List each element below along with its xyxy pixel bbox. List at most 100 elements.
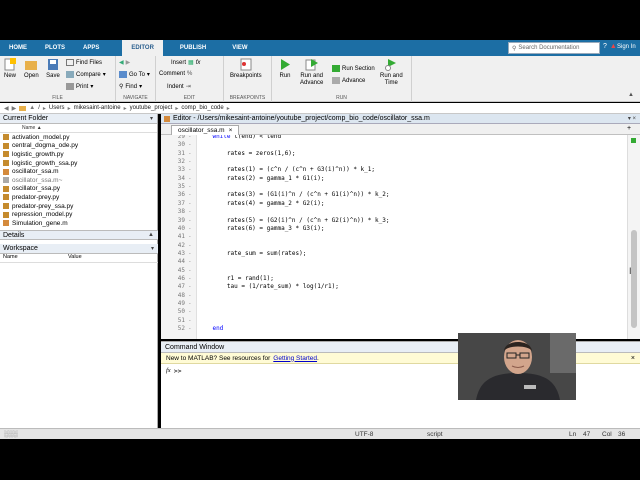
line-dash-marker[interactable]: - <box>188 158 192 166</box>
notification-icon[interactable]: ▲ <box>610 43 617 50</box>
getting-started-link[interactable]: Getting Started <box>273 355 317 362</box>
file-item[interactable]: predator-prey_ssa.py <box>0 202 157 211</box>
code-line[interactable]: 34- rates(2) = gamma_1 * G1(i); <box>161 175 627 183</box>
expand-icon[interactable]: ▲ <box>148 232 154 238</box>
line-dash-marker[interactable]: - <box>188 191 192 199</box>
file-item[interactable]: central_dogma_ode.py <box>0 142 157 151</box>
run-and-advance-button[interactable]: Run and Advance <box>300 58 323 87</box>
tab-home[interactable]: HOME <box>0 40 36 56</box>
scrollbar-thumb[interactable] <box>631 230 637 328</box>
run-and-time-button[interactable]: Run and Time <box>380 58 403 87</box>
line-dash-marker[interactable]: - <box>188 308 192 316</box>
help-icon[interactable]: ? <box>603 43 607 50</box>
print-button[interactable]: Print ▾ <box>66 83 93 90</box>
code-line[interactable]: 46- r1 = rand(1); <box>161 275 627 283</box>
editor-panel-controls[interactable]: ▾ × <box>628 115 636 122</box>
code-line[interactable]: 41- <box>161 233 627 241</box>
up-folder-icon[interactable]: ▲ <box>29 105 35 111</box>
line-dash-marker[interactable]: - <box>188 217 192 225</box>
file-item[interactable]: predator-prey.py <box>0 193 157 202</box>
file-item[interactable]: logistic_growth_ssa.py <box>0 159 157 168</box>
address-root[interactable]: / <box>38 105 40 111</box>
go-to-button[interactable]: Go To ▾ <box>119 71 150 78</box>
editor-tab-oscillator-ssa[interactable]: oscillator_ssa.m × <box>171 125 240 135</box>
code-line[interactable]: 45- <box>161 267 627 275</box>
fx-icon[interactable]: fx <box>196 60 201 66</box>
run-section-button[interactable]: Run Section <box>332 65 375 72</box>
panel-menu-icon[interactable]: ▾ <box>151 245 154 252</box>
code-line[interactable]: 30- <box>161 141 627 149</box>
line-dash-marker[interactable]: - <box>188 141 192 149</box>
file-item[interactable]: oscillator_ssa.py <box>0 185 157 194</box>
code-line[interactable]: 33- rates(1) = (c^n / (c^n + G3(i)^n)) *… <box>161 166 627 174</box>
breakpoints-button[interactable]: Breakpoints <box>230 58 262 80</box>
add-tab-icon[interactable]: + <box>627 125 631 132</box>
line-dash-marker[interactable]: - <box>188 250 192 258</box>
file-item[interactable]: Simulation_gene.m <box>0 219 157 228</box>
open-button[interactable]: Open <box>24 58 39 80</box>
code-line[interactable]: 38- <box>161 208 627 216</box>
line-dash-marker[interactable]: - <box>188 317 192 325</box>
line-dash-marker[interactable]: - <box>188 208 192 216</box>
file-item[interactable]: activation_model.py <box>0 133 157 142</box>
code-line[interactable]: 37- rates(4) = gamma_2 * G2(i); <box>161 200 627 208</box>
panel-menu-icon[interactable]: ▾ <box>150 115 153 122</box>
address-folder[interactable]: comp_bio_code <box>181 105 223 111</box>
tab-view[interactable]: VIEW <box>223 40 256 56</box>
close-tab-icon[interactable]: × <box>229 127 233 134</box>
line-dash-marker[interactable]: - <box>188 150 192 158</box>
details-header[interactable]: Details ▲ <box>0 230 158 240</box>
code-line[interactable]: 29- while t(end) < tend <box>161 135 627 141</box>
code-line[interactable]: 44- <box>161 258 627 266</box>
line-dash-marker[interactable]: - <box>188 292 192 300</box>
indent-button[interactable]: Indent ⇥ <box>167 83 191 91</box>
collapse-ribbon-icon[interactable]: ▲ <box>628 92 634 98</box>
forward-arrow-icon[interactable]: ▶ <box>126 59 131 66</box>
file-item[interactable]: logistic_growth.py <box>0 150 157 159</box>
run-button[interactable]: Run <box>278 58 292 80</box>
file-item[interactable]: repression_model.py <box>0 210 157 219</box>
close-banner-icon[interactable]: × <box>631 355 635 362</box>
back-icon[interactable]: ◀ <box>4 105 9 112</box>
line-dash-marker[interactable]: - <box>188 233 192 241</box>
line-dash-marker[interactable]: - <box>188 242 192 250</box>
code-line[interactable]: 43- rate_sum = sum(rates); <box>161 250 627 258</box>
file-item[interactable]: oscillator_ssa.m <box>0 167 157 176</box>
tab-publish[interactable]: PUBLISH <box>171 40 215 56</box>
line-dash-marker[interactable]: - <box>188 135 192 141</box>
tab-plots[interactable]: PLOTS <box>36 40 74 56</box>
line-dash-marker[interactable]: - <box>188 267 192 275</box>
code-line[interactable]: 32- <box>161 158 627 166</box>
code-line[interactable]: 36- rates(3) = (G1(i)^n / (c^n + G1(i)^n… <box>161 191 627 199</box>
forward-icon[interactable]: ▶ <box>12 105 17 112</box>
code-line[interactable]: 40- rates(6) = gamma_3 * G3(i); <box>161 225 627 233</box>
tab-apps[interactable]: APPS <box>74 40 108 56</box>
code-line[interactable]: 51- <box>161 317 627 325</box>
back-arrow-icon[interactable]: ◀ <box>119 59 124 66</box>
find-files-button[interactable]: Find Files <box>66 59 102 66</box>
line-dash-marker[interactable]: - <box>188 200 192 208</box>
line-dash-marker[interactable]: - <box>188 258 192 266</box>
address-project[interactable]: youtube_project <box>130 105 173 111</box>
line-dash-marker[interactable]: - <box>188 283 192 291</box>
fx-icon[interactable]: fx <box>166 367 171 375</box>
line-dash-marker[interactable]: - <box>188 275 192 283</box>
line-dash-marker[interactable]: - <box>188 225 192 233</box>
address-user[interactable]: mikesaint-antoine <box>74 105 121 111</box>
code-line[interactable]: 31- rates = zeros(1,6); <box>161 150 627 158</box>
code-line[interactable]: 39- rates(5) = (G2(i)^n / (c^n + G2(i)^n… <box>161 217 627 225</box>
address-users[interactable]: Users <box>49 105 65 111</box>
search-documentation-input[interactable]: ⚲ Search Documentation <box>508 42 600 54</box>
code-area[interactable]: 29- while t(end) < tend 30-31- rates = ze… <box>161 135 627 339</box>
compare-button[interactable]: Compare ▾ <box>66 71 106 78</box>
line-dash-marker[interactable]: - <box>188 166 192 174</box>
line-dash-marker[interactable]: - <box>188 300 192 308</box>
new-button[interactable]: New <box>3 58 17 80</box>
line-dash-marker[interactable]: - <box>188 183 192 191</box>
back-forward-buttons[interactable]: ◀ ▶ <box>119 59 130 66</box>
code-line[interactable]: 50- <box>161 308 627 316</box>
code-line[interactable]: 42- <box>161 242 627 250</box>
advance-button[interactable]: Advance <box>332 77 365 84</box>
insert-button[interactable]: Insert ▦ fx <box>171 59 201 67</box>
save-button[interactable]: Save <box>46 58 60 80</box>
